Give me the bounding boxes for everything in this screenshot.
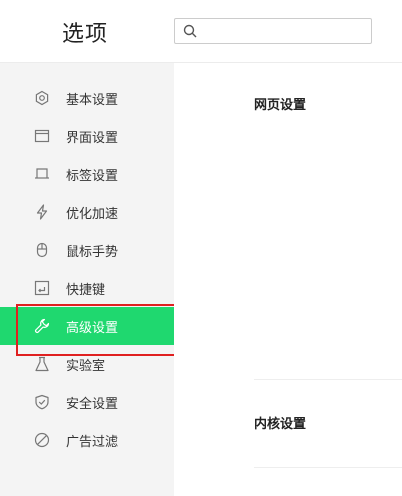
- window-icon: [34, 128, 50, 144]
- section-title-web-settings: 网页设置: [254, 98, 307, 113]
- sidebar-item-security[interactable]: 安全设置: [0, 383, 174, 421]
- flask-icon: [34, 356, 50, 372]
- divider: [254, 379, 402, 380]
- section-title-kernel-settings: 内核设置: [254, 417, 307, 432]
- sidebar-item-label: 鼠标手势: [66, 244, 119, 260]
- tab-icon: [34, 166, 50, 182]
- sidebar-item-label: 广告过滤: [66, 434, 119, 450]
- divider: [254, 467, 402, 468]
- sidebar-item-tabs[interactable]: 标签设置: [0, 155, 174, 193]
- search-box[interactable]: [174, 18, 372, 44]
- mouse-icon: [34, 242, 50, 258]
- sidebar-item-label: 优化加速: [66, 206, 119, 222]
- sidebar-item-advanced[interactable]: 高级设置: [0, 307, 174, 345]
- sidebar-item-label: 实验室: [66, 358, 106, 374]
- wrench-icon: [34, 318, 50, 334]
- header: 选项: [0, 0, 402, 63]
- sidebar-item-basic[interactable]: 基本设置: [0, 79, 174, 117]
- search-input[interactable]: [203, 21, 363, 41]
- sidebar-item-adblock[interactable]: 广告过滤: [0, 421, 174, 459]
- sidebar-item-shortcuts[interactable]: 快捷键: [0, 269, 174, 307]
- block-icon: [34, 432, 50, 448]
- search-icon: [183, 24, 197, 38]
- sidebar-item-label: 安全设置: [66, 396, 119, 412]
- shield-icon: [34, 394, 50, 410]
- sidebar-item-lab[interactable]: 实验室: [0, 345, 174, 383]
- lightning-icon: [34, 204, 50, 220]
- sidebar-item-mouse-gestures[interactable]: 鼠标手势: [0, 231, 174, 269]
- sidebar-item-interface[interactable]: 界面设置: [0, 117, 174, 155]
- sidebar-item-label: 高级设置: [66, 320, 119, 336]
- sidebar-item-label: 快捷键: [66, 282, 106, 298]
- main-content: 网页设置 内核设置: [174, 63, 402, 496]
- sidebar: 基本设置 界面设置 标签设置 优化加速 鼠标手势 快捷键 高级设置 实验室 安全…: [0, 63, 174, 496]
- sidebar-item-label: 标签设置: [66, 168, 119, 184]
- keyboard-icon: [34, 280, 50, 296]
- sidebar-item-label: 基本设置: [66, 92, 119, 108]
- gear-icon: [34, 90, 50, 106]
- page-title: 选项: [62, 22, 109, 47]
- sidebar-item-label: 界面设置: [66, 130, 119, 146]
- sidebar-item-optimize[interactable]: 优化加速: [0, 193, 174, 231]
